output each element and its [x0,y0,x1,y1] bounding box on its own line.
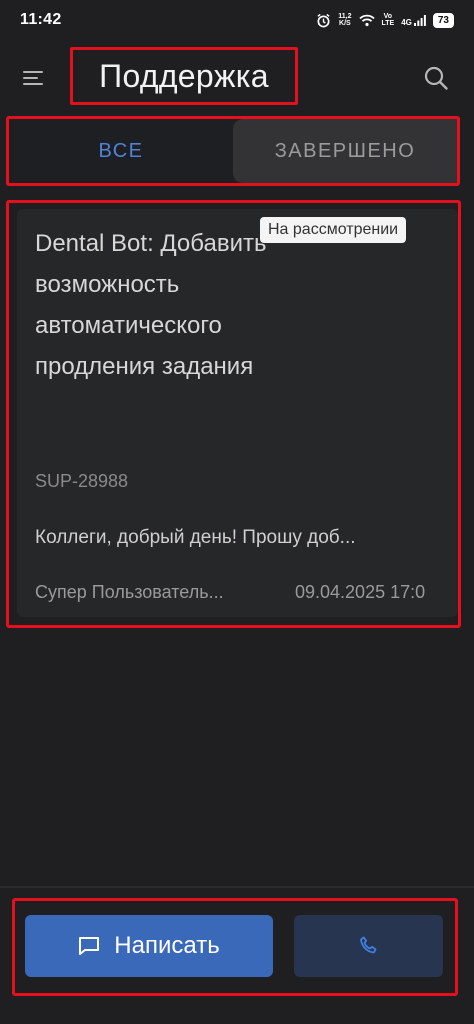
tab-label: ЗАВЕРШЕНО [274,139,416,162]
ticket-id: SUP-28988 [35,471,129,491]
bottom-actions: Написать [12,898,458,996]
hamburger-icon[interactable] [22,66,46,90]
volte-indicator: Vo LTE [381,13,395,27]
status-icons: 11,2 K/S Vo LTE 4G 73 [316,12,454,28]
call-button[interactable] [294,915,443,977]
status-bar: 11:42 11,2 K/S Vo LTE 4G 73 [0,0,474,40]
search-icon[interactable] [422,64,450,92]
phone-icon [359,936,376,954]
ticket-title: Dental Bot: Добавить возможность автомат… [35,230,267,380]
chat-icon [79,937,100,955]
tab-completed[interactable]: ЗАВЕРШЕНО [233,119,457,183]
write-button-label: Написать [114,932,220,959]
status-time: 11:42 [20,11,62,28]
battery-indicator: 73 [432,12,454,28]
status-badge: На рассмотрении [260,217,407,243]
ticket-card[interactable]: Dental Bot: Добавить возможность автомат… [17,209,458,617]
page-title: Поддержка [99,57,269,94]
ticket-date: 09.04.2025 17:0 [295,582,426,602]
bottom-divider [0,886,474,888]
signal-icon [413,14,426,26]
ticket-author: Супер Пользователь... [35,582,224,602]
tab-all[interactable]: ВСЕ [9,119,233,183]
tab-label: ВСЕ [98,139,144,162]
alarm-icon [317,13,330,27]
page-title-container: Поддержка [70,47,298,105]
tabs-bar: ВСЕ ЗАВЕРШЕНО [6,116,460,186]
ticket-list: Dental Bot: Добавить возможность автомат… [6,200,461,628]
ticket-preview: Коллеги, добрый день! Прошу доб... [35,527,356,548]
write-button[interactable]: Написать [25,915,273,977]
network-speed: 11,2 K/S [338,13,352,27]
network-type: 4G [401,17,412,27]
app-bar: Поддержка [0,42,474,116]
wifi-icon [358,14,375,26]
